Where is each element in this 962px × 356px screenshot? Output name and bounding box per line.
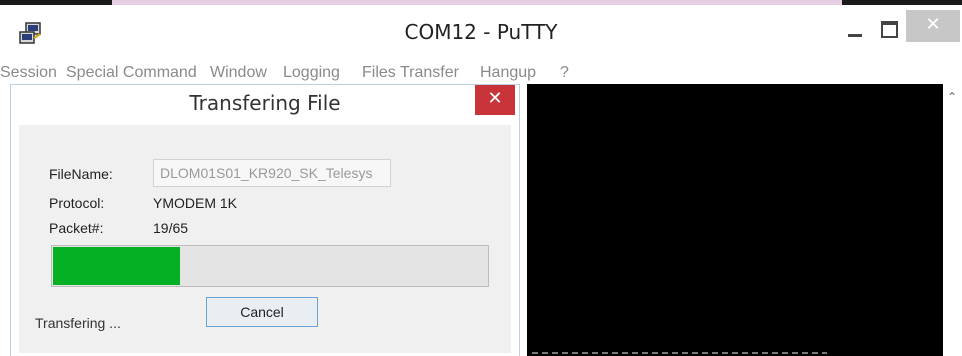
cancel-button[interactable]: Cancel xyxy=(206,297,318,327)
vertical-scrollbar[interactable]: ⌃ xyxy=(944,84,962,356)
menu-help[interactable]: ? xyxy=(560,64,569,82)
packet-value: 19/65 xyxy=(153,220,189,236)
background-edge-right xyxy=(842,0,962,5)
background-edge-pink xyxy=(112,0,842,5)
packet-label: Packet#: xyxy=(49,220,104,236)
menu-files-transfer[interactable]: Files Transfer xyxy=(362,64,459,82)
close-icon[interactable]: ✕ xyxy=(906,10,960,42)
filename-field[interactable]: DLOM01S01_KR920_SK_Telesys xyxy=(153,159,391,187)
menu-bar: Session Special Command Window Logging F… xyxy=(0,60,962,84)
protocol-value: YMODEM 1K xyxy=(153,195,238,211)
transfer-status: Transfering ... xyxy=(35,315,121,331)
progress-bar xyxy=(51,245,489,287)
filename-label: FileName: xyxy=(49,166,113,182)
progress-bar-fill xyxy=(53,247,180,285)
transfer-dialog: Transfering File ✕ FileName: DLOM01S01_K… xyxy=(10,84,520,356)
maximize-icon[interactable] xyxy=(872,14,906,44)
menu-logging[interactable]: Logging xyxy=(283,64,340,82)
menu-special-command[interactable]: Special Command xyxy=(66,64,197,82)
menu-session[interactable]: Session xyxy=(0,64,57,82)
background-edge-left xyxy=(0,0,112,5)
dialog-body: FileName: DLOM01S01_KR920_SK_Telesys Pro… xyxy=(19,125,511,353)
menu-hangup[interactable]: Hangup xyxy=(480,64,536,82)
chevron-up-icon[interactable]: ⌃ xyxy=(947,90,957,104)
dialog-title: Transfering File xyxy=(189,91,341,115)
dialog-close-icon[interactable]: ✕ xyxy=(475,85,515,115)
terminal-area[interactable] xyxy=(527,84,943,356)
protocol-label: Protocol: xyxy=(49,195,105,211)
minimize-icon[interactable] xyxy=(838,14,872,44)
window-title: COM12 - PuTTY xyxy=(404,20,558,44)
top-edge-strip xyxy=(0,0,962,10)
terminal-output-line xyxy=(532,352,827,354)
menu-window[interactable]: Window xyxy=(210,64,267,82)
